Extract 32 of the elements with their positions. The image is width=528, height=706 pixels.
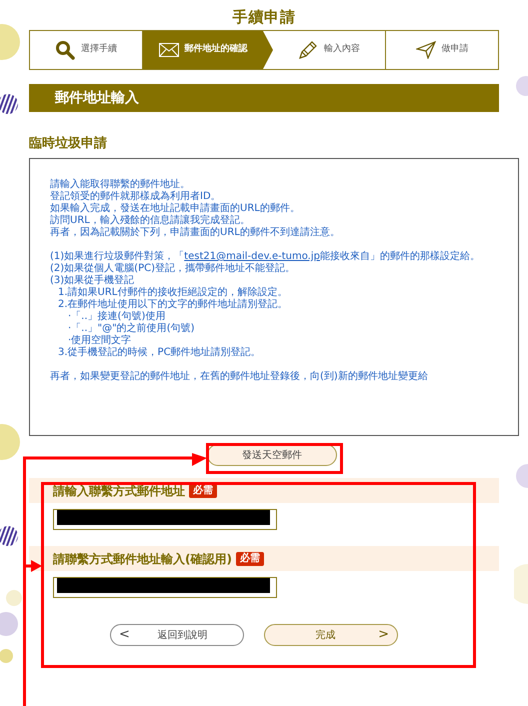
notice-text: 訪問URL，輸入殘餘的信息請讓我完成登記。 <box>50 215 250 226</box>
mail-icon <box>158 43 178 57</box>
page-title: 手續申請 <box>232 7 296 28</box>
email-link[interactable]: test21@mail-dev.e-tumo.jp <box>184 251 320 262</box>
search-icon <box>55 40 75 60</box>
notice-text: 再者，如果變更登記的郵件地址，在舊的郵件地址登錄後，向(到)新的郵件地址變更給 <box>50 371 428 382</box>
email-input-field[interactable] <box>53 577 277 598</box>
pencil-icon <box>298 40 318 60</box>
notice-text: ·「..」接連(句號)使用 <box>68 311 166 322</box>
back-button[interactable]: < 返回到說明 <box>110 624 244 646</box>
notice-text: 請輸入能取得聯繫的郵件地址。 <box>50 179 190 190</box>
complete-button[interactable]: 完成 > <box>264 624 398 646</box>
step-tab[interactable]: 郵件地址的確認 <box>142 31 273 69</box>
field-label: 請輸入聯繫方式郵件地址 <box>53 482 185 500</box>
notice-text: 3.從手機登記的時候，PC郵件地址請別登記。 <box>58 347 261 358</box>
email-input-field[interactable] <box>53 509 277 530</box>
notice-text: (1)如果進行垃圾郵件對策，「test21@mail-dev.e-tumo.jp能接收來自」的郵件的那樣設定給。 <box>50 251 480 262</box>
notice-text: 1.請如果URL付郵件的接收拒絕設定的，解除設定。 <box>58 287 288 298</box>
send-icon <box>416 41 436 59</box>
notice-text: 登記領受的郵件就那樣成為利用者ID。 <box>50 191 221 202</box>
notice-text: 如果輸入完成，發送在地址記載申請畫面的URL的郵件。 <box>50 203 300 214</box>
field-label: 請聯繫方式郵件地址輸入(確認用) <box>53 550 232 568</box>
required-badge: 必需 <box>236 552 264 566</box>
notice-text: ·使用空間文字 <box>68 335 132 346</box>
notice-text: 再者，因為記載關於下列，申請畫面的URL的郵件不到達請注意。 <box>50 227 340 238</box>
notice-text: (2)如果從個人電腦(PC)登記，攜帶郵件地址不能登記。 <box>50 263 295 274</box>
notice-text: 2.在郵件地址使用以下的文字的郵件地址請別登記。 <box>58 299 288 310</box>
subtitle: 臨時垃圾申請 <box>29 136 107 151</box>
notice-text: (3)如果從手機登記 <box>50 275 134 286</box>
notice-text: ·「..」"@"的之前使用(句號) <box>68 323 195 334</box>
section-header: 郵件地址輸入 <box>29 84 499 112</box>
send-empty-mail-button[interactable]: 發送天空郵件 <box>207 444 337 466</box>
